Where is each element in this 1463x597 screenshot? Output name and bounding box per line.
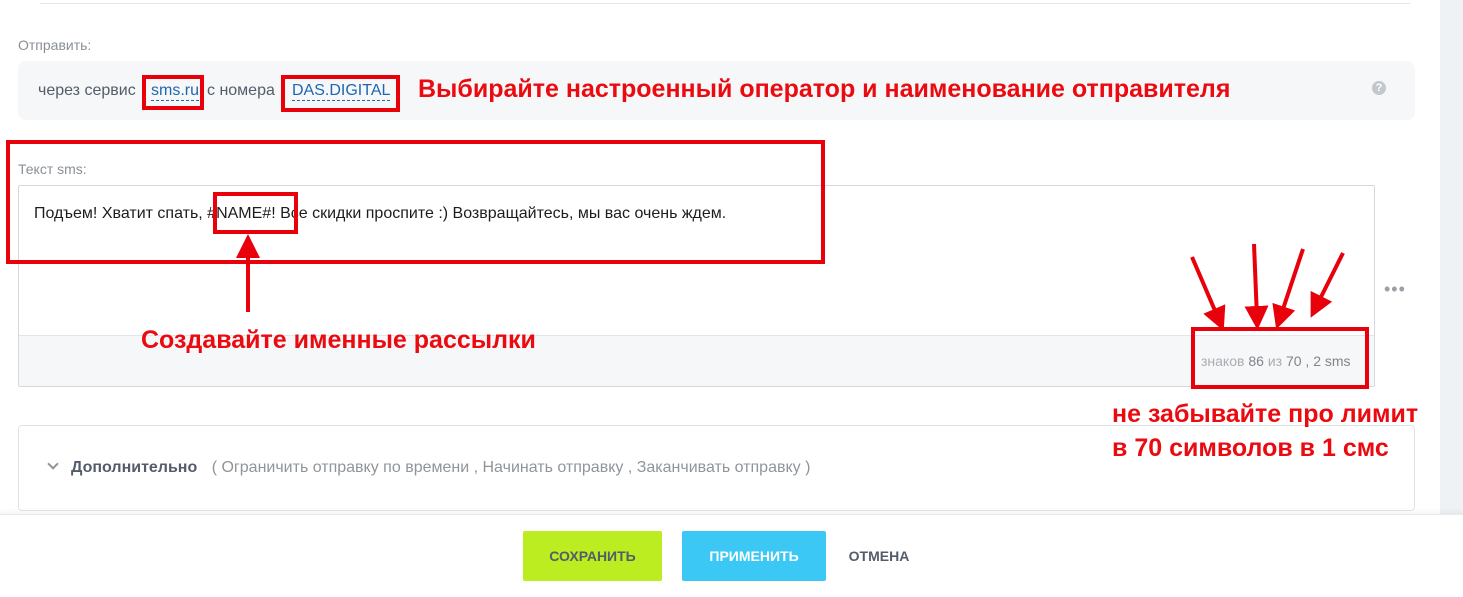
arrow-counter-2 [1244, 243, 1269, 330]
arrow-counter-4 [1310, 252, 1345, 318]
annotation-arrows [236, 234, 1345, 332]
arrow-counter-1 [1190, 256, 1226, 332]
arrow-counter-3 [1272, 248, 1305, 330]
